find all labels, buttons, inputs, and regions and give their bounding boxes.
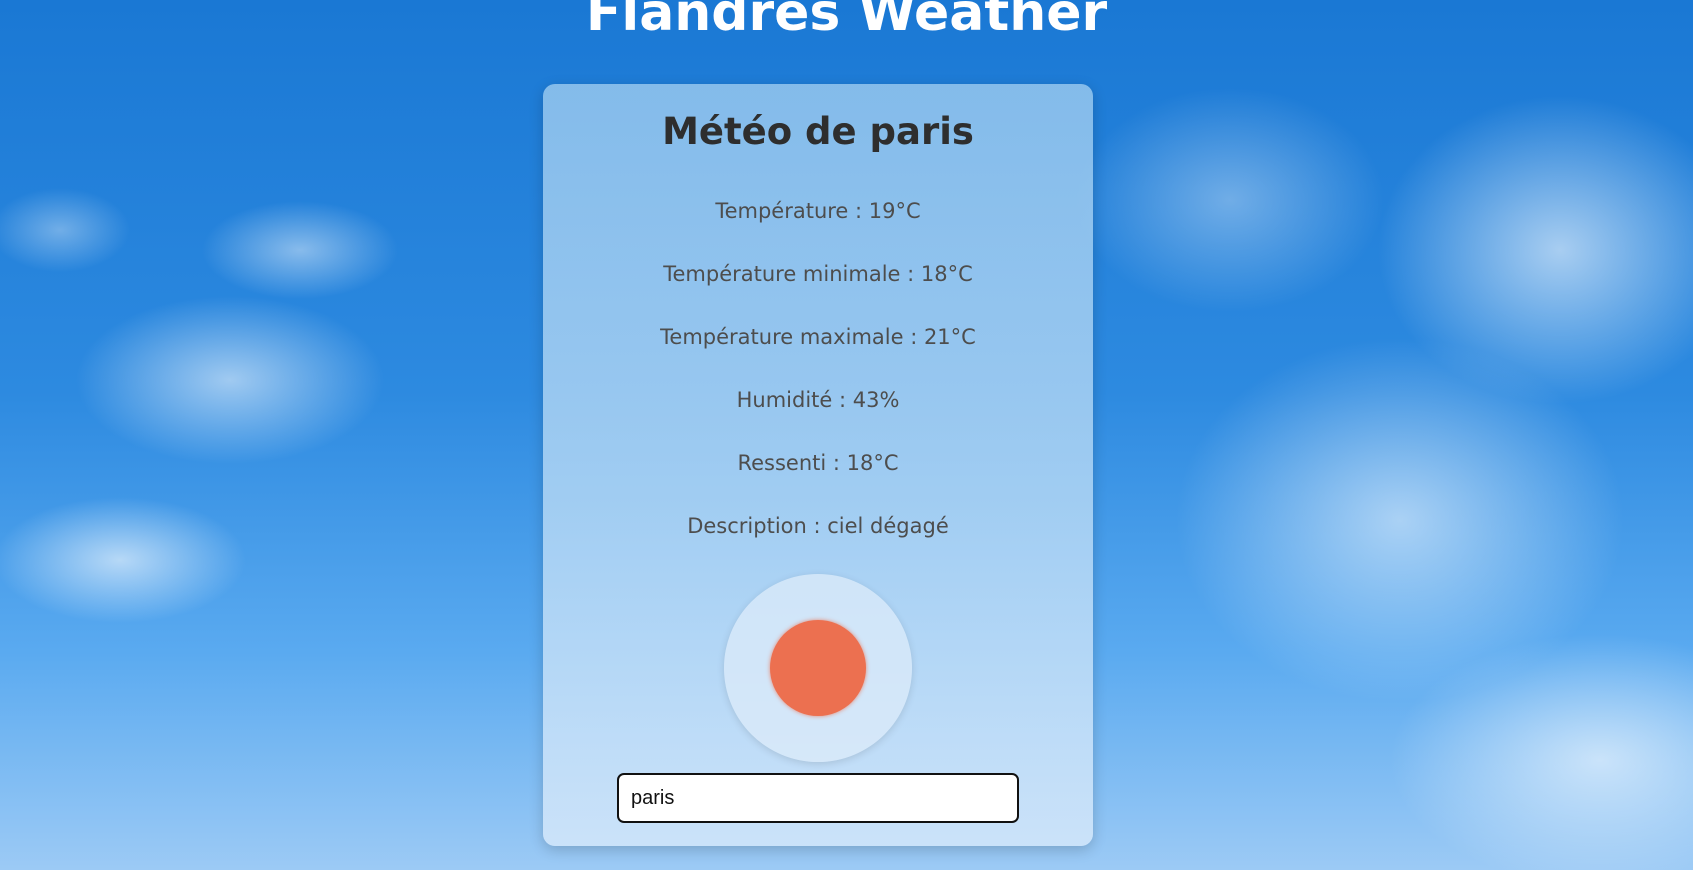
city-search-input[interactable] (617, 773, 1019, 823)
weather-card: Météo de paris Température : 19°C Tempér… (543, 84, 1093, 846)
sun-icon (770, 620, 866, 716)
weather-icon-container (724, 574, 912, 762)
app-title: Flandres Weather (585, 0, 1108, 43)
humidity-text: Humidité : 43% (736, 388, 900, 412)
weather-city-title: Météo de paris (662, 110, 974, 153)
temperature-min-text: Température minimale : 18°C (663, 262, 973, 286)
temperature-text: Température : 19°C (715, 199, 921, 223)
temperature-max-text: Température maximale : 21°C (660, 325, 976, 349)
description-text: Description : ciel dégagé (687, 514, 949, 538)
feels-like-text: Ressenti : 18°C (737, 451, 899, 475)
